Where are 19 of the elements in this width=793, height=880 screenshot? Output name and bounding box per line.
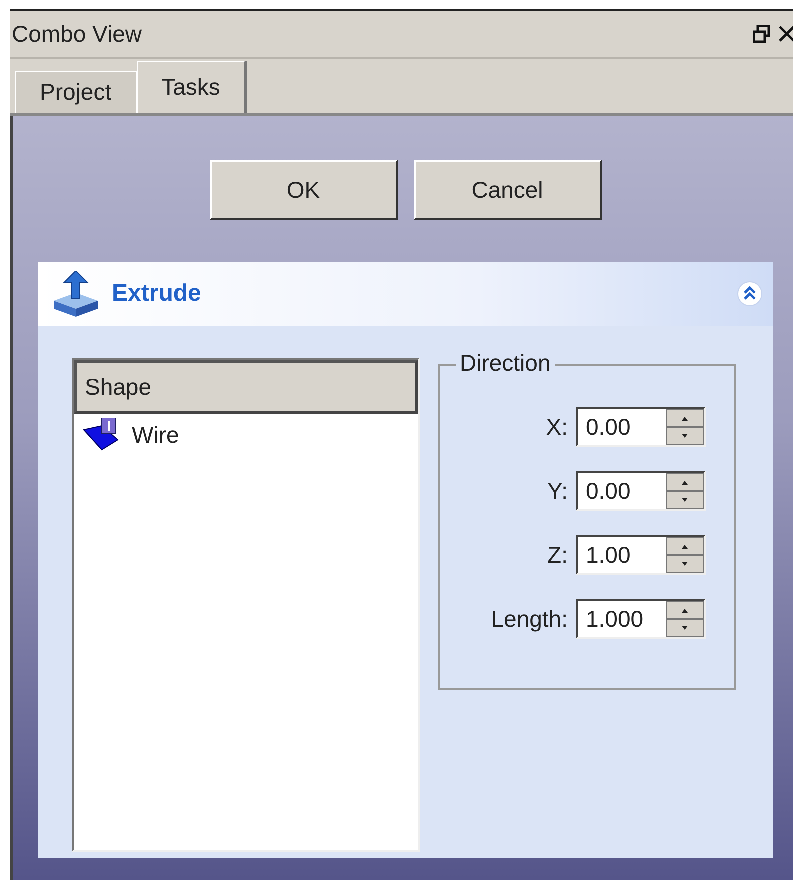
dialog-button[interactable]: Cancel: [414, 160, 602, 220]
float-icon[interactable]: [753, 25, 771, 43]
tab[interactable]: Tasks: [136, 61, 248, 113]
spin-box[interactable]: 0.00: [576, 407, 706, 447]
spin-box[interactable]: 0.00: [576, 471, 706, 511]
spin-box[interactable]: 1.00: [576, 535, 706, 575]
field-label: Z:: [548, 542, 568, 568]
field-label: Length:: [491, 606, 568, 632]
field-label: Y:: [548, 478, 568, 504]
close-icon[interactable]: [779, 25, 793, 43]
tab[interactable]: Project: [15, 71, 137, 113]
collapse-icon[interactable]: [737, 281, 763, 307]
window-title: Combo View: [11, 20, 143, 48]
list-item[interactable]: Wire: [132, 422, 180, 448]
panel-title: Extrude: [112, 280, 202, 308]
dialog-button[interactable]: OK: [210, 160, 398, 220]
field-label: X:: [546, 414, 568, 440]
column-header[interactable]: Shape: [74, 360, 418, 414]
spin-box[interactable]: 1.000: [576, 599, 706, 639]
